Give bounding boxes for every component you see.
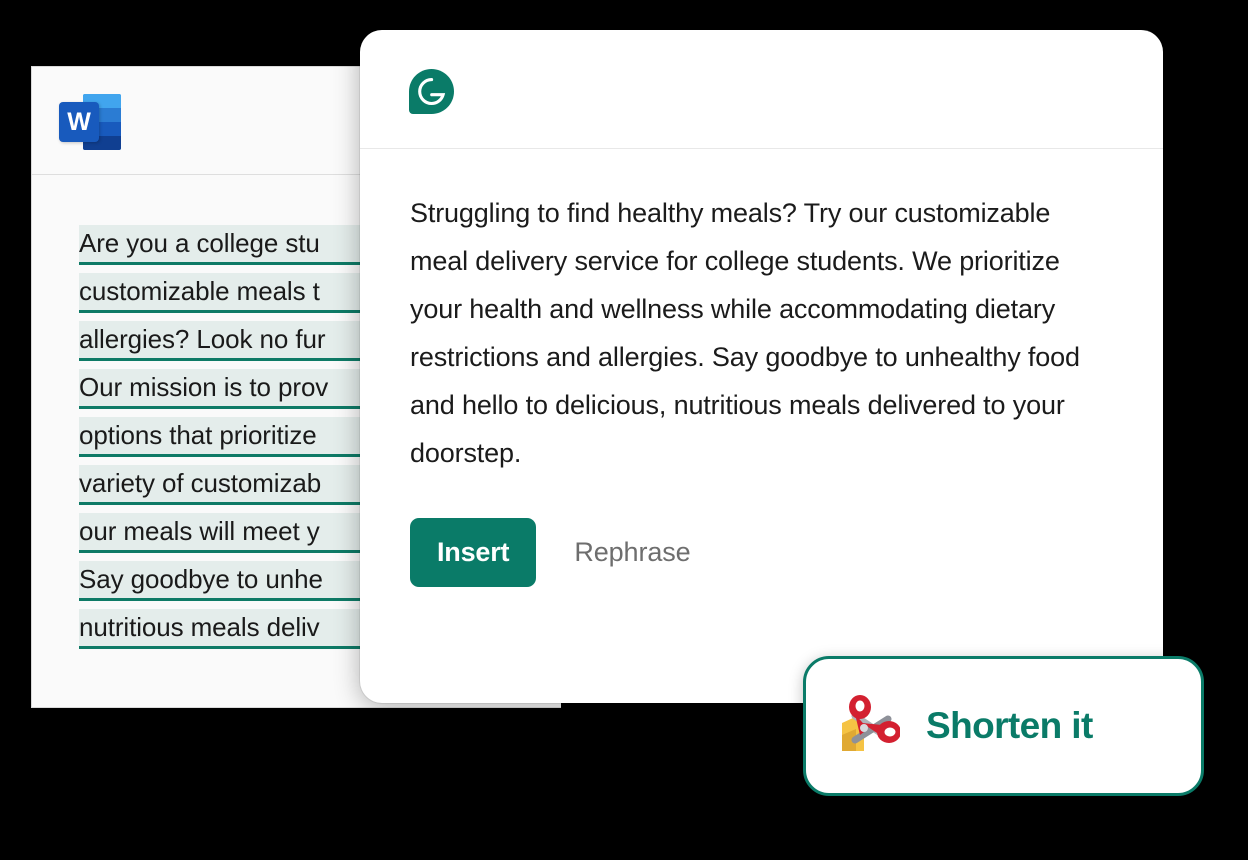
shorten-it-button[interactable]: Shorten it — [803, 656, 1204, 796]
scissors-icon — [842, 695, 900, 751]
word-icon-letter: W — [59, 102, 99, 142]
insert-button[interactable]: Insert — [410, 518, 537, 587]
document-line-text: variety of customizab — [79, 468, 322, 498]
document-line-text: customizable meals t — [79, 276, 320, 306]
document-line-text: options that prioritize — [79, 420, 317, 450]
grammarly-card-header — [360, 30, 1163, 149]
screenshot-stage: W Are you a college stu customizable mea… — [0, 0, 1248, 860]
grammarly-card-body: Struggling to find healthy meals? Try ou… — [360, 149, 1163, 587]
document-line-text: our meals will meet y — [79, 516, 320, 546]
microsoft-word-icon: W — [59, 94, 121, 150]
document-line-text: Say goodbye to unhe — [79, 564, 323, 594]
document-line-text: nutritious meals deliv — [79, 612, 320, 642]
grammarly-logo — [409, 69, 454, 114]
document-line-text: Are you a college stu — [79, 228, 320, 258]
shorten-it-label: Shorten it — [926, 705, 1093, 746]
grammarly-suggestion-card: Struggling to find healthy meals? Try ou… — [360, 30, 1163, 703]
document-line-text: allergies? Look no fur — [79, 324, 326, 354]
document-line-text: Our mission is to prov — [79, 372, 329, 402]
suggestion-text: Struggling to find healthy meals? Try ou… — [410, 198, 1080, 468]
rephrase-button[interactable]: Rephrase — [574, 537, 690, 568]
grammarly-card-actions: Insert Rephrase — [410, 518, 1113, 587]
